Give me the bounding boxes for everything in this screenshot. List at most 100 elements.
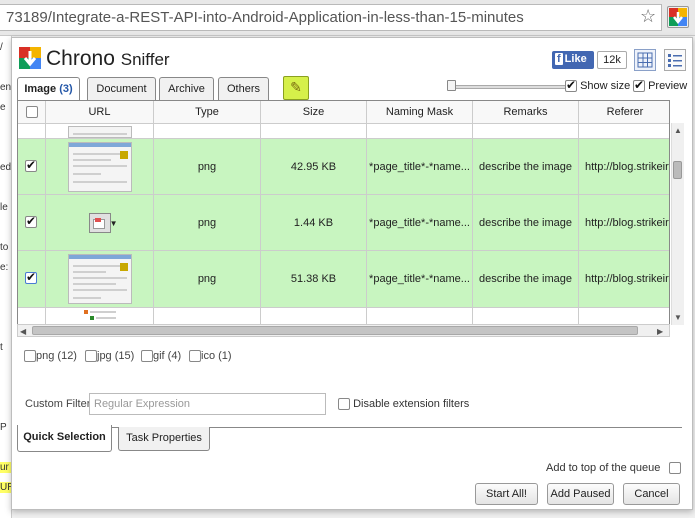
cell-remarks xyxy=(473,124,579,138)
cell-size: 51.38 KB xyxy=(261,251,367,307)
header-referer[interactable]: Referer xyxy=(579,101,669,124)
tab-task-properties[interactable]: Task Properties xyxy=(118,427,210,451)
preview-option[interactable]: Preview xyxy=(633,78,688,93)
table-vertical-scrollbar[interactable] xyxy=(671,123,684,325)
tab-others[interactable]: Others xyxy=(218,77,269,101)
row-checkbox[interactable] xyxy=(25,270,37,284)
cell-referer: http://blog.strikeir... xyxy=(585,273,669,285)
ext-filter-gif[interactable]: gif (4) xyxy=(141,350,181,363)
grid-icon xyxy=(637,52,653,68)
tab-quick-selection[interactable]: Quick Selection xyxy=(17,425,112,452)
custom-filter-label: Custom Filter xyxy=(25,398,91,410)
disable-extension-filters-option[interactable]: Disable extension filters xyxy=(338,398,470,411)
tab-image[interactable]: Image (3) xyxy=(17,77,80,102)
browser-toolbar: 73189/Integrate-a-REST-API-into-Android-… xyxy=(0,0,695,36)
add-to-top-checkbox[interactable] xyxy=(669,462,682,475)
ext-filter-png[interactable]: png (12) xyxy=(24,350,77,363)
edit-pencil-button[interactable]: ✎ xyxy=(283,76,309,100)
thumbnail-size-slider[interactable] xyxy=(449,85,567,89)
add-to-top-label: Add to top of the queue xyxy=(546,462,661,474)
row-checkbox[interactable] xyxy=(25,158,37,172)
header-naming-mask[interactable]: Naming Mask xyxy=(367,101,473,124)
add-paused-button[interactable]: Add Paused xyxy=(547,483,614,505)
jpg-checkbox[interactable] xyxy=(85,350,97,363)
show-size-label: Show size xyxy=(580,80,631,92)
preview-checkbox[interactable] xyxy=(633,78,645,93)
cancel-button[interactable]: Cancel xyxy=(623,483,680,505)
show-size-option[interactable]: Show size xyxy=(565,78,631,93)
fb-like-count: 12k xyxy=(597,51,627,69)
add-to-top-option[interactable]: Add to top of the queue xyxy=(546,462,682,475)
cell-type: png xyxy=(154,251,261,307)
select-all-checkbox[interactable] xyxy=(25,106,38,119)
chrono-extension-button[interactable] xyxy=(667,6,689,28)
disable-ext-checkbox[interactable] xyxy=(338,398,350,411)
header-size[interactable]: Size xyxy=(261,101,367,124)
jpg-label: jpg (15) xyxy=(97,350,135,362)
tab-document[interactable]: Document xyxy=(87,77,156,101)
grid-view-button[interactable] xyxy=(634,49,656,71)
cell-mask xyxy=(367,124,473,138)
show-size-checkbox[interactable] xyxy=(565,78,577,93)
header-select-all[interactable] xyxy=(18,101,46,124)
scroll-up-arrow-icon[interactable]: ▲ xyxy=(674,126,682,135)
row-checkbox[interactable] xyxy=(25,214,37,228)
bottom-tabs-divider xyxy=(17,427,682,428)
cell-remarks: describe the image xyxy=(473,251,579,307)
fb-like-label: Like xyxy=(564,53,587,65)
cell-mask xyxy=(367,308,473,324)
bookmark-star-icon[interactable]: ☆ xyxy=(640,6,656,27)
chrono-logo-icon xyxy=(669,8,687,26)
cell-remarks: describe the image xyxy=(473,195,579,250)
cell-size: 1.44 KB xyxy=(261,195,367,250)
tab-archive[interactable]: Archive xyxy=(159,77,214,101)
title-main: Chrono xyxy=(46,47,115,70)
cell-size: 42.95 KB xyxy=(261,139,367,194)
table-row[interactable]: png 51.38 KB *page_title*-*name... descr… xyxy=(18,251,669,308)
vertical-scroll-thumb[interactable] xyxy=(673,161,682,179)
file-table: URL Type Size Naming Mask Remarks Refere… xyxy=(17,100,670,325)
table-row-partial-top xyxy=(18,124,669,139)
disable-ext-label: Disable extension filters xyxy=(353,398,470,410)
thumbnail-image xyxy=(79,308,120,322)
png-checkbox[interactable] xyxy=(24,350,36,363)
cell-mask: *page_title*-*name... xyxy=(367,195,473,250)
address-bar[interactable]: 73189/Integrate-a-REST-API-into-Android-… xyxy=(0,4,662,31)
table-row[interactable]: png 42.95 KB *page_title*-*name... descr… xyxy=(18,139,669,195)
scroll-right-arrow-icon[interactable]: ▶ xyxy=(657,327,663,336)
title-suffix: Sniffer xyxy=(120,50,170,69)
list-view-button[interactable] xyxy=(664,49,686,71)
thumbnail-image xyxy=(67,126,132,138)
ico-label: ico (1) xyxy=(201,350,232,362)
ico-checkbox[interactable] xyxy=(189,350,201,363)
header-remarks[interactable]: Remarks xyxy=(473,101,579,124)
facebook-like-button[interactable]: f Like xyxy=(552,51,594,69)
slider-handle[interactable] xyxy=(447,80,456,91)
horizontal-scroll-thumb[interactable] xyxy=(32,326,638,335)
gif-checkbox[interactable] xyxy=(141,350,153,363)
cell-check xyxy=(18,308,46,324)
ext-filter-ico[interactable]: ico (1) xyxy=(189,350,232,363)
ext-filter-jpg[interactable]: jpg (15) xyxy=(85,350,135,363)
preview-label: Preview xyxy=(648,80,688,92)
cell-referer: http://blog.strikeir... xyxy=(585,216,669,229)
facebook-icon: f xyxy=(555,53,563,65)
cell-check xyxy=(18,251,46,307)
cell-type xyxy=(154,308,261,324)
tab-image-label: Image xyxy=(24,83,57,95)
chrono-logo-icon xyxy=(19,47,41,69)
cell-referer: http://blog.strikeir... xyxy=(585,160,669,173)
cell-remarks xyxy=(473,308,579,324)
cell-type: png xyxy=(154,195,261,250)
cell-check xyxy=(18,124,46,138)
scroll-down-arrow-icon[interactable]: ▼ xyxy=(674,313,682,322)
thumbnail-image xyxy=(67,141,132,192)
start-all-button[interactable]: Start All! xyxy=(475,483,538,505)
header-url[interactable]: URL xyxy=(46,101,154,124)
custom-filter-input[interactable] xyxy=(89,393,326,415)
cell-thumb xyxy=(46,251,154,307)
scroll-left-arrow-icon[interactable]: ◀ xyxy=(20,327,26,336)
app-title: Chrono Sniffer xyxy=(46,47,170,71)
header-type[interactable]: Type xyxy=(154,101,261,124)
table-row[interactable]: ▼ png 1.44 KB *page_title*-*name... desc… xyxy=(18,195,669,251)
